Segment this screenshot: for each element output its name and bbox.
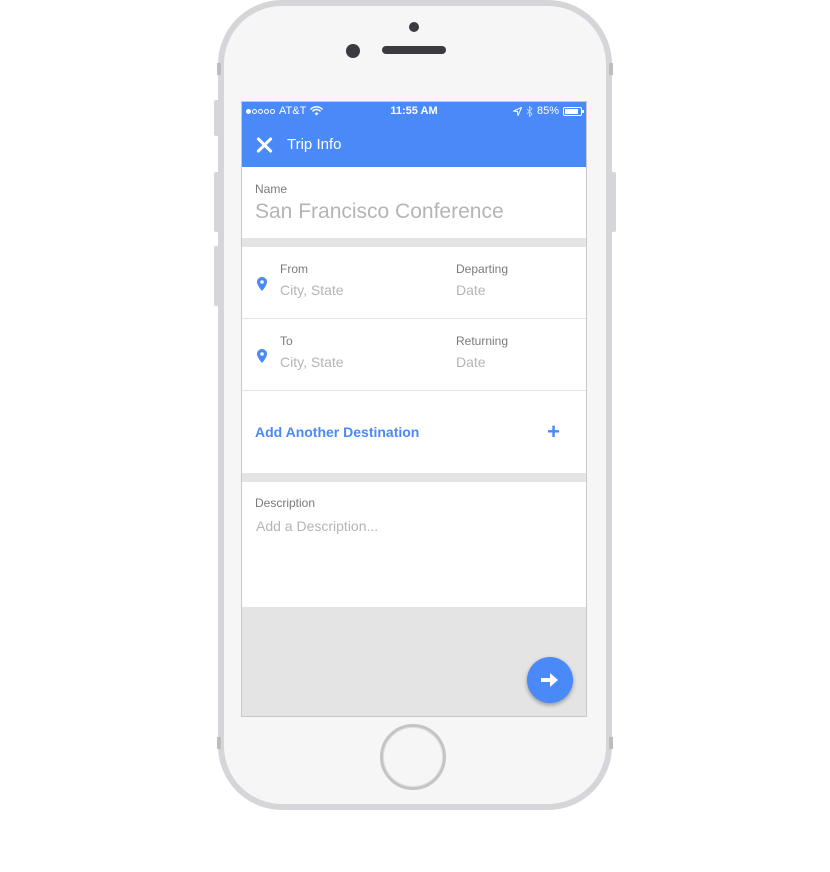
status-right: 85% bbox=[512, 105, 584, 117]
departing-label: Departing bbox=[456, 262, 509, 276]
toolbar: Trip Info bbox=[242, 122, 586, 167]
name-label: Name bbox=[255, 182, 288, 196]
description-label: Description bbox=[255, 496, 316, 510]
antenna-band bbox=[609, 737, 613, 749]
location-pin-icon bbox=[257, 277, 267, 291]
departing-field[interactable]: Departing Date bbox=[456, 262, 508, 298]
earpiece-speaker bbox=[382, 46, 446, 54]
plus-icon[interactable]: + bbox=[547, 421, 560, 443]
antenna-band bbox=[217, 737, 221, 749]
name-input[interactable]: San Francisco Conference bbox=[255, 200, 586, 224]
to-row: To City, State Returning Date bbox=[242, 319, 586, 391]
section-divider bbox=[242, 238, 586, 247]
from-field[interactable]: From City, State bbox=[280, 262, 344, 298]
section-divider bbox=[242, 473, 586, 482]
to-input[interactable]: City, State bbox=[280, 354, 344, 370]
arrow-right-icon bbox=[541, 673, 558, 687]
from-label: From bbox=[280, 262, 308, 276]
page-title: Trip Info bbox=[287, 136, 342, 153]
battery-percent: 85% bbox=[536, 105, 559, 117]
from-row: From City, State Departing Date bbox=[242, 247, 586, 319]
next-button[interactable] bbox=[527, 657, 573, 703]
status-bar: AT&T 11:55 AM 85% bbox=[242, 102, 586, 122]
antenna-band bbox=[217, 63, 221, 75]
returning-field[interactable]: Returning Date bbox=[456, 334, 508, 370]
to-label: To bbox=[280, 334, 293, 348]
home-button[interactable] bbox=[380, 724, 446, 790]
proximity-sensor bbox=[409, 22, 419, 32]
returning-date-input[interactable]: Date bbox=[456, 354, 508, 370]
screen: AT&T 11:55 AM 85% Trip Info Name San Fra… bbox=[241, 101, 587, 717]
add-destination-button[interactable]: Add Another Destination + bbox=[242, 391, 586, 473]
bluetooth-icon bbox=[526, 105, 533, 117]
name-field[interactable]: Name San Francisco Conference bbox=[242, 167, 586, 238]
app-bar: AT&T 11:55 AM 85% Trip Info bbox=[242, 102, 586, 167]
location-pin-icon bbox=[257, 349, 267, 363]
description-input[interactable]: Add a Description... bbox=[256, 518, 586, 534]
add-destination-label[interactable]: Add Another Destination bbox=[255, 424, 419, 440]
returning-label: Returning bbox=[456, 334, 509, 348]
description-field[interactable]: Description Add a Description... bbox=[242, 482, 586, 607]
location-arrow-icon bbox=[512, 106, 522, 116]
close-icon[interactable] bbox=[256, 136, 274, 154]
front-camera bbox=[346, 44, 360, 58]
antenna-band bbox=[609, 63, 613, 75]
departing-date-input[interactable]: Date bbox=[456, 282, 508, 298]
battery-icon bbox=[563, 106, 584, 116]
to-field[interactable]: To City, State bbox=[280, 334, 344, 370]
from-input[interactable]: City, State bbox=[280, 282, 344, 298]
